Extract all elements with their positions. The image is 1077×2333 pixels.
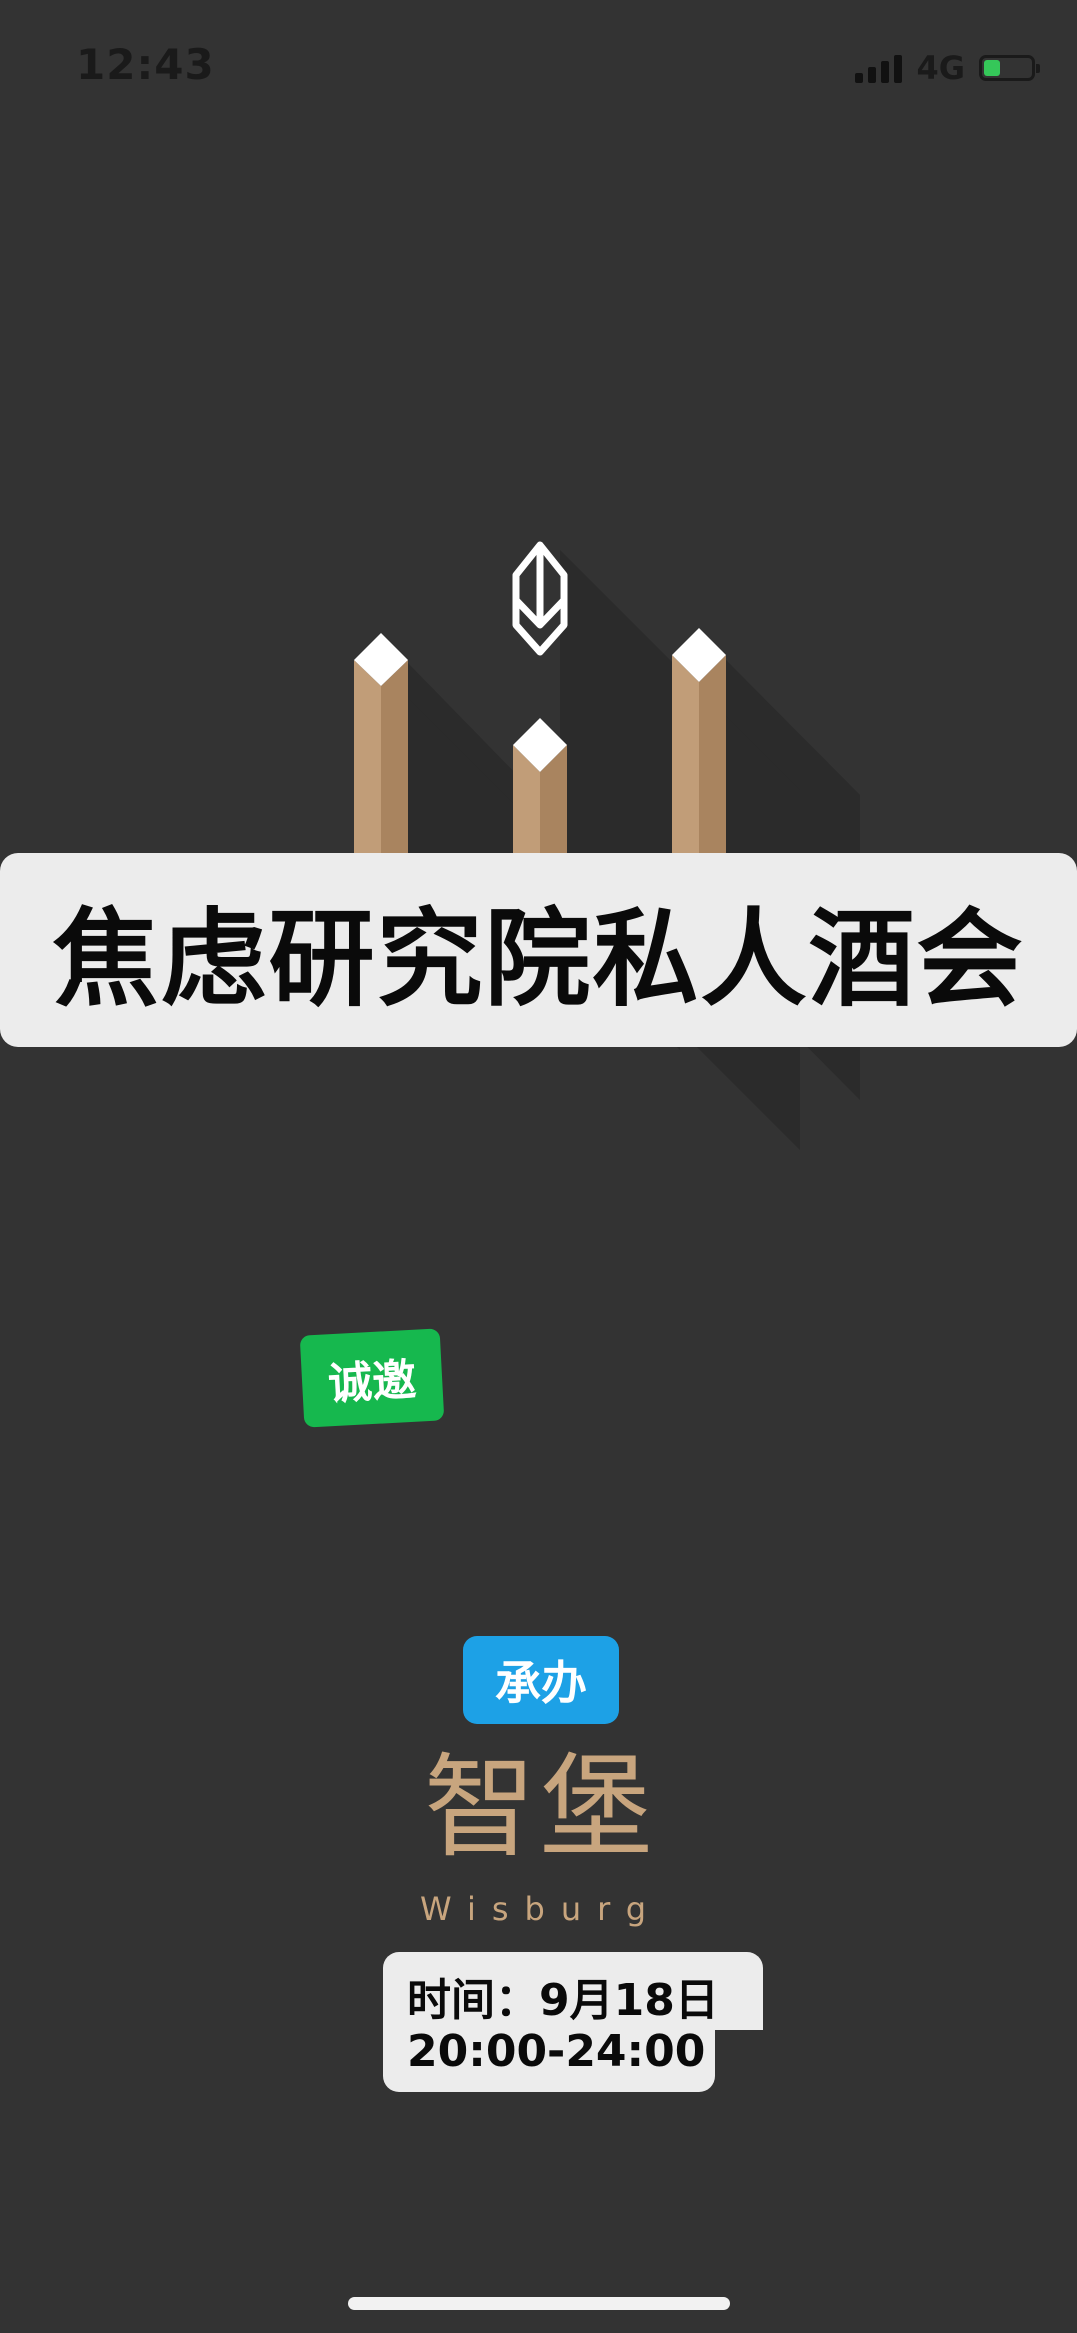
event-time-box: 时间：9月18日 20:00-24:00: [383, 1952, 763, 2092]
right-pillar: [672, 628, 726, 860]
title-banner: 焦虑研究院私人酒会: [0, 853, 1077, 1047]
invite-badge: 诚邀: [299, 1328, 445, 1428]
event-date: 时间：9月18日: [407, 1975, 719, 2026]
brand-logo-en: Wisburg: [420, 1890, 662, 1928]
event-hours: 20:00-24:00: [407, 2026, 706, 2077]
poster-screen: 12:43 4G 焦虑研究院私人酒会 诚邀 承办 智堡 Wisburg 时间：9…: [0, 0, 1077, 2333]
event-title: 焦虑研究院私人酒会: [52, 898, 1025, 1021]
home-indicator[interactable]: [348, 2297, 730, 2310]
hexagon-emblem-icon: [512, 541, 568, 656]
brand-logo-cn: 智堡: [424, 1743, 656, 1873]
middle-pillar: [513, 718, 567, 860]
host-badge: 承办: [463, 1636, 619, 1724]
left-pillar: [354, 633, 408, 860]
